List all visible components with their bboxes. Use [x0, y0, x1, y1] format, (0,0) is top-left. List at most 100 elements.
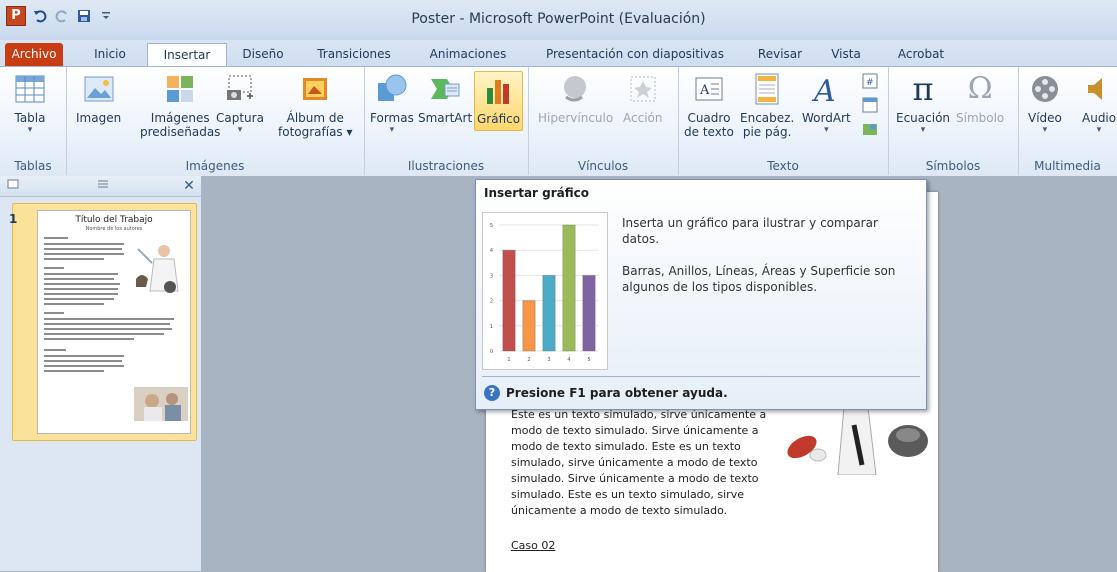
photo-album-icon: [299, 73, 331, 105]
tooltip-divider: [482, 376, 920, 377]
chart-y-tick: 0: [490, 349, 493, 355]
smartart-button[interactable]: SmartArt: [418, 73, 472, 125]
group-ilustraciones: Formas ▾ SmartArt Gráfico Ilustraciones: [364, 67, 529, 175]
title-bar: P Poster - Microsoft PowerPoint (Evaluac…: [0, 0, 1117, 40]
chevron-down-icon: ▾: [237, 125, 243, 135]
audio-button[interactable]: Audio ▾: [1082, 73, 1116, 135]
tab-vista[interactable]: Vista: [822, 43, 870, 66]
date-time-icon[interactable]: [862, 97, 878, 113]
picture-icon: [83, 73, 115, 105]
chart-x-tick: 3: [547, 357, 550, 363]
slide-body-text[interactable]: Este es un texto simulado, sirve únicame…: [511, 407, 776, 519]
shapes-button[interactable]: Formas ▾: [370, 73, 414, 135]
group-simbolos: π Ecuación ▾ Ω Símbolo Símbolos: [888, 67, 1019, 175]
video-button[interactable]: Vídeo ▾: [1028, 73, 1062, 135]
chart-preview: 0 1 2 3 4 5 1 2 3 4 5: [482, 212, 608, 370]
tab-insertar[interactable]: Insertar: [147, 43, 227, 67]
group-multimedia: Vídeo ▾ Audio ▾ Multimedia: [1018, 67, 1117, 175]
tooltip-description-types: Barras, Anillos, Líneas, Áreas y Superfi…: [622, 264, 896, 294]
chart-y-tick: 3: [490, 273, 493, 279]
slide-number-icon[interactable]: #: [862, 73, 878, 89]
chart-bar: [582, 274, 596, 352]
slide-thumbnail[interactable]: 1 Título del Trabajo Nombre de los autor…: [9, 203, 197, 441]
chart-x-tick: 1: [507, 357, 510, 363]
insert-chart-tooltip: Insertar gráfico 0 1 2 3 4 5 1 2 3 4 5 Inserta un …: [475, 179, 927, 410]
chart-y-tick: 1: [490, 324, 493, 330]
insert-chart-button[interactable]: Gráfico: [474, 71, 524, 131]
help-icon: ?: [484, 385, 500, 401]
chevron-down-icon: ▾: [824, 125, 829, 135]
chart-x-tick: 4: [567, 357, 570, 363]
tooltip-title: Insertar gráfico: [484, 186, 589, 200]
ribbon: Tabla ▾ Tablas Imagen Imágenes prediseñad…: [0, 66, 1117, 178]
slide-thumbnail-preview: Título del Trabajo Nombre de los autores: [37, 210, 191, 434]
table-button[interactable]: Tabla ▾: [14, 73, 46, 135]
symbol-button[interactable]: Ω Símbolo: [956, 71, 1004, 126]
chart-y-tick: 4: [490, 248, 493, 254]
slide-number: 1: [9, 212, 18, 226]
tooltip-help-text: Presione F1 para obtener ayuda.: [506, 386, 728, 400]
ribbon-tabs: Archivo Inicio Insertar Diseño Transicio…: [0, 40, 1117, 67]
tab-presentacion[interactable]: Presentación con diapositivas: [532, 43, 738, 66]
chart-bar: [562, 224, 576, 352]
svg-text:A: A: [811, 74, 836, 105]
header-footer-button[interactable]: Encabez. pie pág.: [740, 73, 794, 139]
tab-inicio[interactable]: Inicio: [85, 43, 135, 66]
omega-icon: Ω: [967, 71, 993, 106]
speaker-icon: [1083, 73, 1115, 105]
wordart-icon: A: [810, 73, 842, 105]
close-icon[interactable]: ✕: [178, 178, 200, 194]
group-vinculos: Hipervínculo Acción Vínculos: [528, 67, 679, 175]
image-button[interactable]: Imagen: [76, 73, 121, 125]
camera-icon: [224, 73, 256, 105]
doctor-photo-icon: [134, 387, 188, 421]
group-imagenes: Imagen Imágenes prediseñadas Captura ▾ Ál…: [66, 67, 365, 175]
chevron-down-icon: ▾: [920, 125, 926, 135]
chevron-down-icon: ▾: [1042, 125, 1048, 135]
chart-bar: [542, 274, 556, 352]
chart-x-tick: 5: [587, 357, 590, 363]
tab-transiciones[interactable]: Transiciones: [304, 43, 404, 66]
chevron-down-icon: ▾: [1096, 125, 1102, 135]
photo-album-button[interactable]: Álbum de fotografías ▾: [278, 73, 353, 139]
chart-y-tick: 5: [490, 223, 493, 229]
group-texto: A Cuadro de texto Encabez. pie pág. A Word…: [678, 67, 889, 175]
panel-header: ✕: [0, 176, 201, 197]
doctor-illustration-icon: [130, 241, 186, 295]
tab-acrobat[interactable]: Acrobat: [888, 43, 954, 66]
film-reel-icon: [1029, 73, 1061, 105]
slide-case-heading[interactable]: Caso 02: [511, 539, 555, 552]
action-button[interactable]: Acción: [623, 73, 662, 125]
chart-preview-svg: 0 1 2 3 4 5 1 2 3 4 5: [490, 223, 599, 363]
smartart-icon: [429, 73, 461, 105]
chart-x-tick: 2: [527, 357, 530, 363]
chart-bar: [522, 300, 536, 352]
header-footer-icon: [751, 73, 783, 105]
wordart-button[interactable]: A WordArt ▾: [802, 73, 851, 135]
object-icon[interactable]: [862, 121, 878, 137]
svg-text:A: A: [699, 83, 710, 98]
chevron-down-icon: ▾: [27, 125, 33, 135]
tooltip-description: Inserta un gráfico para ilustrar y compa…: [622, 216, 878, 246]
clipart-button[interactable]: Imágenes prediseñadas: [140, 73, 220, 139]
equation-button[interactable]: π Ecuación ▾: [896, 73, 950, 135]
hyperlink-button[interactable]: Hipervínculo: [538, 73, 613, 125]
tab-archivo[interactable]: Archivo: [5, 43, 63, 66]
slides-tab-icon[interactable]: [2, 178, 24, 194]
action-icon: [627, 73, 659, 105]
pi-icon: π: [912, 70, 934, 108]
tab-revisar[interactable]: Revisar: [750, 43, 810, 66]
tab-animaciones[interactable]: Animaciones: [416, 43, 520, 66]
table-icon: [14, 73, 46, 105]
shapes-icon: [376, 73, 408, 105]
globe-link-icon: [560, 73, 592, 105]
group-tablas: Tabla ▾ Tablas: [0, 67, 67, 175]
outline-tab-icon[interactable]: [92, 178, 114, 194]
chart-y-tick: 2: [490, 299, 493, 305]
svg-text:#: #: [866, 78, 874, 88]
screenshot-button[interactable]: Captura ▾: [216, 73, 264, 135]
tab-diseno[interactable]: Diseño: [233, 43, 293, 66]
window-title: Poster - Microsoft PowerPoint (Evaluació…: [411, 11, 706, 27]
slides-panel: ✕ 1 Título del Trabajo Nombre de los aut…: [0, 176, 202, 571]
textbox-button[interactable]: A Cuadro de texto: [684, 73, 734, 139]
